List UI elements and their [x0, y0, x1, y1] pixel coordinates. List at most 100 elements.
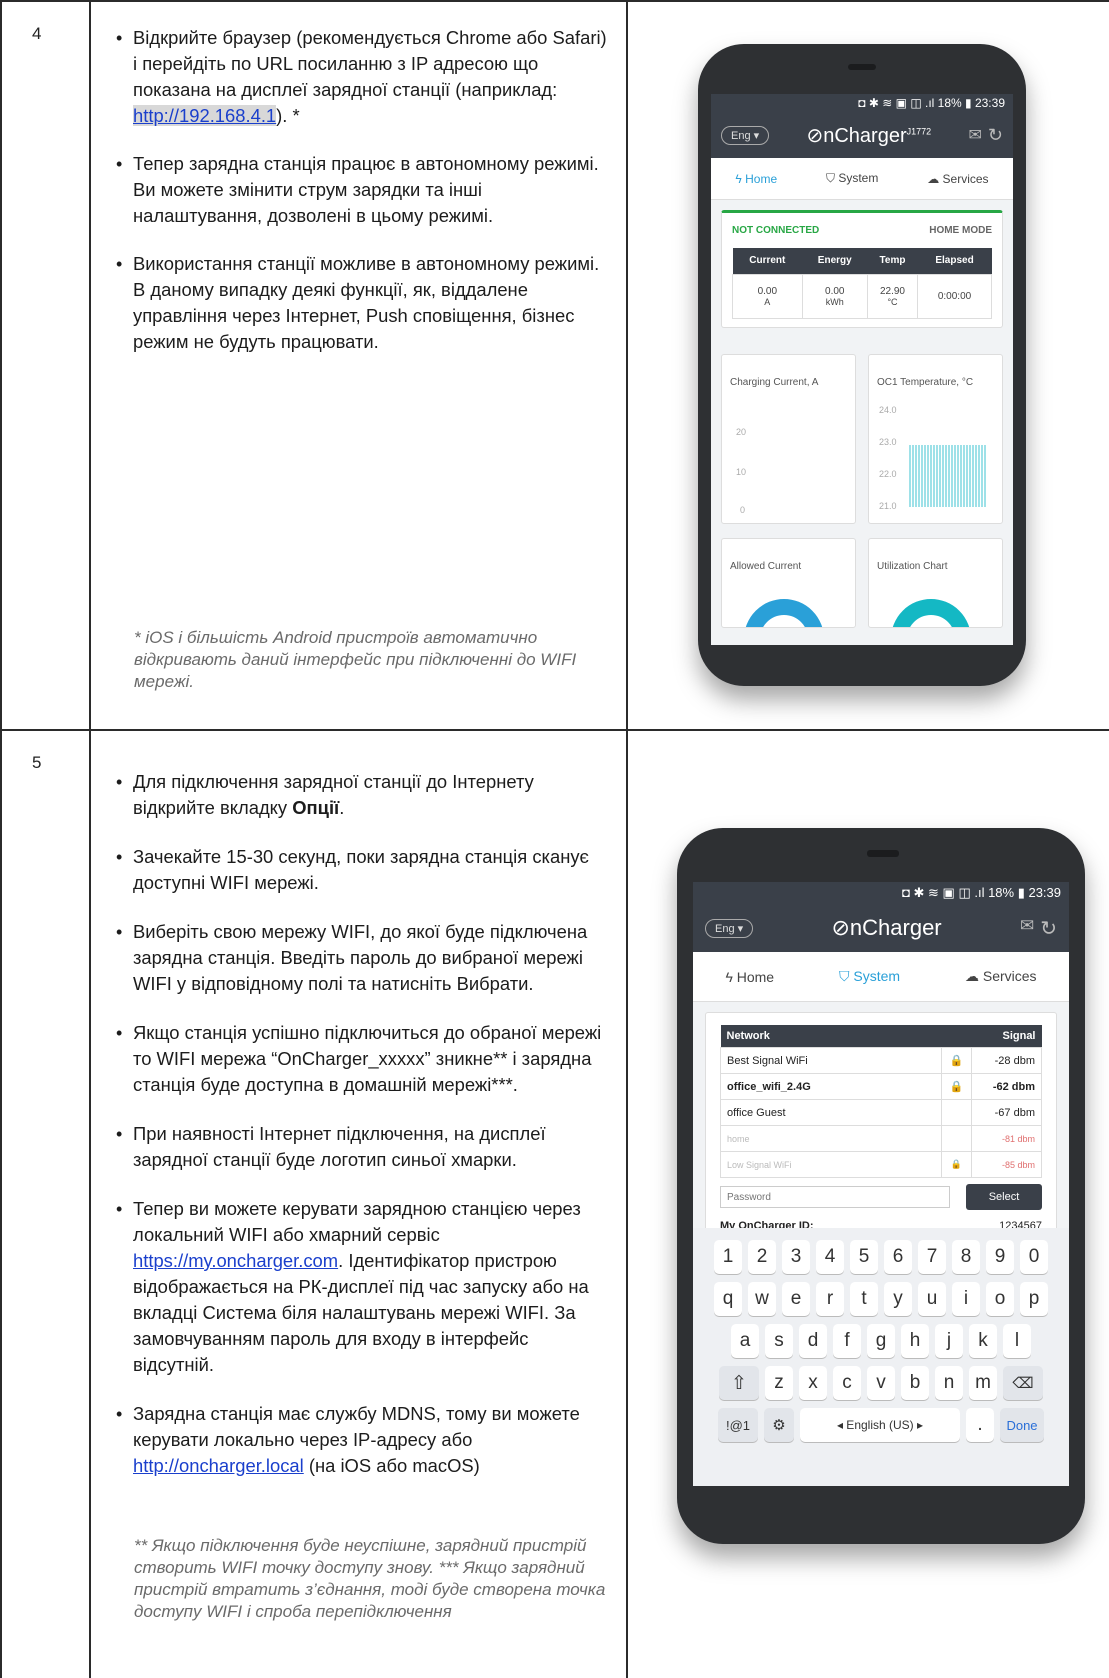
language-select[interactable]: Eng ▾ [721, 125, 770, 145]
bullet-item: Відкрийте браузер (рекомендується Chrome… [114, 25, 612, 129]
keyboard-key[interactable]: 3 [782, 1240, 810, 1274]
keyboard-key[interactable]: h [901, 1324, 929, 1358]
keyboard-key[interactable]: y [884, 1282, 912, 1316]
bullet-item: Тепер зарядна станція працює в автономно… [114, 151, 612, 229]
tab-services[interactable]: ☁ Services [927, 172, 988, 186]
mode-label: HOME MODE [929, 225, 992, 236]
keyboard-key[interactable]: r [816, 1282, 844, 1316]
keyboard-key[interactable]: j [935, 1324, 963, 1358]
keyboard-key[interactable]: s [765, 1324, 793, 1358]
bolt-icon: ϟ [725, 968, 737, 985]
keyboard-key[interactable]: b [901, 1366, 929, 1400]
keyboard-key[interactable]: 7 [918, 1240, 946, 1274]
cloud-link[interactable]: https://my.oncharger.com [133, 1250, 338, 1271]
network-table: Network Signal Best Signal WiFi 🔒 -28 dbm of… [720, 1025, 1042, 1178]
keyboard-key[interactable]: t [850, 1282, 878, 1316]
bullet-item: Використання станції можливе в автономно… [114, 251, 612, 355]
connection-status: NOT CONNECTED [732, 225, 820, 236]
tab-services[interactable]: ☁ Services [965, 968, 1037, 985]
step-number: 4 [0, 0, 91, 731]
gauge-ring [744, 598, 824, 627]
keyboard-key[interactable]: w [748, 1282, 776, 1316]
header-icons: ✉ ↻ [968, 125, 1003, 146]
keyboard-key[interactable]: z [765, 1366, 793, 1400]
mail-icon[interactable]: ✉ [968, 125, 981, 146]
mail-icon[interactable]: ✉ [1020, 916, 1034, 941]
select-button[interactable]: Select [966, 1184, 1042, 1210]
charging-current-chart: Charging Current, A 20 10 0 [721, 353, 856, 524]
network-row[interactable]: Best Signal WiFi 🔒 -28 dbm [720, 1047, 1042, 1074]
keyboard-key[interactable]: n [935, 1366, 963, 1400]
password-input[interactable] [720, 1186, 950, 1208]
mdns-link[interactable]: http://oncharger.local [133, 1455, 304, 1476]
step-number: 5 [0, 729, 91, 1678]
keyboard-key[interactable]: 9 [986, 1240, 1014, 1274]
keyboard-key[interactable]: i [952, 1282, 980, 1316]
tab-home[interactable]: ϟ Home [735, 172, 777, 186]
keyboard-key[interactable]: a [731, 1324, 759, 1358]
temperature-chart: OC1 Temperature, °C 24.0 23.0 22.0 21.0 [868, 353, 1003, 524]
keyboard-key[interactable]: 1 [714, 1240, 742, 1274]
shield-icon: ⛉ [825, 171, 839, 185]
keyboard-key[interactable]: c [833, 1366, 861, 1400]
network-row[interactable]: office Guest -67 dbm [720, 1099, 1042, 1126]
bullet-item: Якщо станція успішно підключиться до обр… [114, 1020, 612, 1098]
bullet-item: При наявності Інтернет підключення, на д… [114, 1121, 612, 1173]
keyboard-key[interactable]: u [918, 1282, 946, 1316]
backspace-icon[interactable]: ⌫ [1003, 1366, 1043, 1400]
dot-key[interactable]: . [966, 1408, 994, 1442]
network-row[interactable]: office_wifi_2.4G 🔒 -62 dbm [720, 1073, 1042, 1100]
phone-mockup-system: ◘ ✱ ≋ ▣ ◫ .ıl 18% ▮ 23:39 Eng ▾ ⊘nCharge… [677, 828, 1085, 1544]
keyboard-key[interactable]: 2 [748, 1240, 776, 1274]
keyboard-key[interactable]: x [799, 1366, 827, 1400]
keyboard-key[interactable]: l [1003, 1324, 1031, 1358]
app-logo: ⊘nChargerJ1772 [806, 124, 932, 147]
step-text-cell: Для підключення зарядної станції до Інте… [89, 729, 628, 1678]
app-logo: ⊘nCharger [831, 915, 942, 940]
lock-icon [941, 1099, 972, 1126]
status-bar: ◘ ✱ ≋ ▣ ◫ .ıl 18% ▮ 23:39 [693, 882, 1069, 904]
keyboard-key[interactable]: q [714, 1282, 742, 1316]
bolt-icon: ϟ [735, 171, 746, 186]
keyboard-key[interactable]: d [799, 1324, 827, 1358]
keyboard-key[interactable]: f [833, 1324, 861, 1358]
keyboard-key[interactable]: 5 [850, 1240, 878, 1274]
phone-mockup-home: ◘ ✱ ≋ ▣ ◫ .ıl 18% ▮ 23:39 Eng ▾ ⊘nCharge… [698, 44, 1026, 686]
nav-tabs: ϟ Home ⛉ System ☁ Services [693, 952, 1069, 1002]
keyboard-key[interactable]: e [782, 1282, 810, 1316]
tab-system[interactable]: ⛉ System [826, 171, 878, 186]
tab-system[interactable]: ⛉ System [839, 968, 900, 985]
bullet-item: Зачекайте 15-30 секунд, поки зарядна ста… [114, 844, 612, 896]
utilization-card: Utilization Chart [868, 537, 1003, 628]
keyboard-key[interactable]: k [969, 1324, 997, 1358]
network-row[interactable]: home -81 dbm [720, 1125, 1042, 1152]
done-key[interactable]: Done [1000, 1408, 1044, 1442]
app-header: Eng ▾ ⊘nCharger ✉ ↻ [693, 904, 1069, 952]
refresh-icon[interactable]: ↻ [988, 125, 1003, 146]
bullet-item: Тепер ви можете керувати зарядною станці… [114, 1196, 612, 1378]
space-key[interactable]: ◂ English (US) ▸ [800, 1408, 960, 1442]
language-select[interactable]: Eng ▾ [705, 918, 754, 938]
keyboard-key[interactable]: o [986, 1282, 1014, 1316]
network-row[interactable]: Low Signal WiFi 🔒 -85 dbm [720, 1151, 1042, 1178]
keyboard-key[interactable]: g [867, 1324, 895, 1358]
tab-home[interactable]: ϟ Home [725, 969, 774, 985]
shift-key[interactable]: ⇧ [719, 1366, 759, 1400]
keyboard-key[interactable]: m [969, 1366, 997, 1400]
phone-screen: ◘ ✱ ≋ ▣ ◫ .ıl 18% ▮ 23:39 Eng ▾ ⊘nCharge… [693, 882, 1069, 1486]
nav-tabs: ϟ Home ⛉ System ☁ Services [711, 158, 1013, 200]
refresh-icon[interactable]: ↻ [1040, 916, 1057, 941]
keyboard-key[interactable]: p [1020, 1282, 1048, 1316]
bullet-list: Відкрийте браузер (рекомендується Chrome… [91, 2, 626, 355]
symbols-key[interactable]: !@1 [718, 1408, 758, 1442]
keyboard-key[interactable]: 0 [1020, 1240, 1048, 1274]
stats-table: Current Energy Temp Elapsed 0.00 A 0.00 kWh 2… [732, 248, 992, 319]
lock-icon: 🔒 [941, 1073, 972, 1100]
keyboard-key[interactable]: 8 [952, 1240, 980, 1274]
keyboard-key[interactable]: v [867, 1366, 895, 1400]
keyboard-key[interactable]: 6 [884, 1240, 912, 1274]
keyboard-key[interactable]: 4 [816, 1240, 844, 1274]
phone-screen: ◘ ✱ ≋ ▣ ◫ .ıl 18% ▮ 23:39 Eng ▾ ⊘nCharge… [711, 94, 1013, 645]
ip-link[interactable]: http://192.168.4.1 [133, 105, 277, 126]
settings-icon[interactable]: ⚙ [764, 1408, 794, 1442]
